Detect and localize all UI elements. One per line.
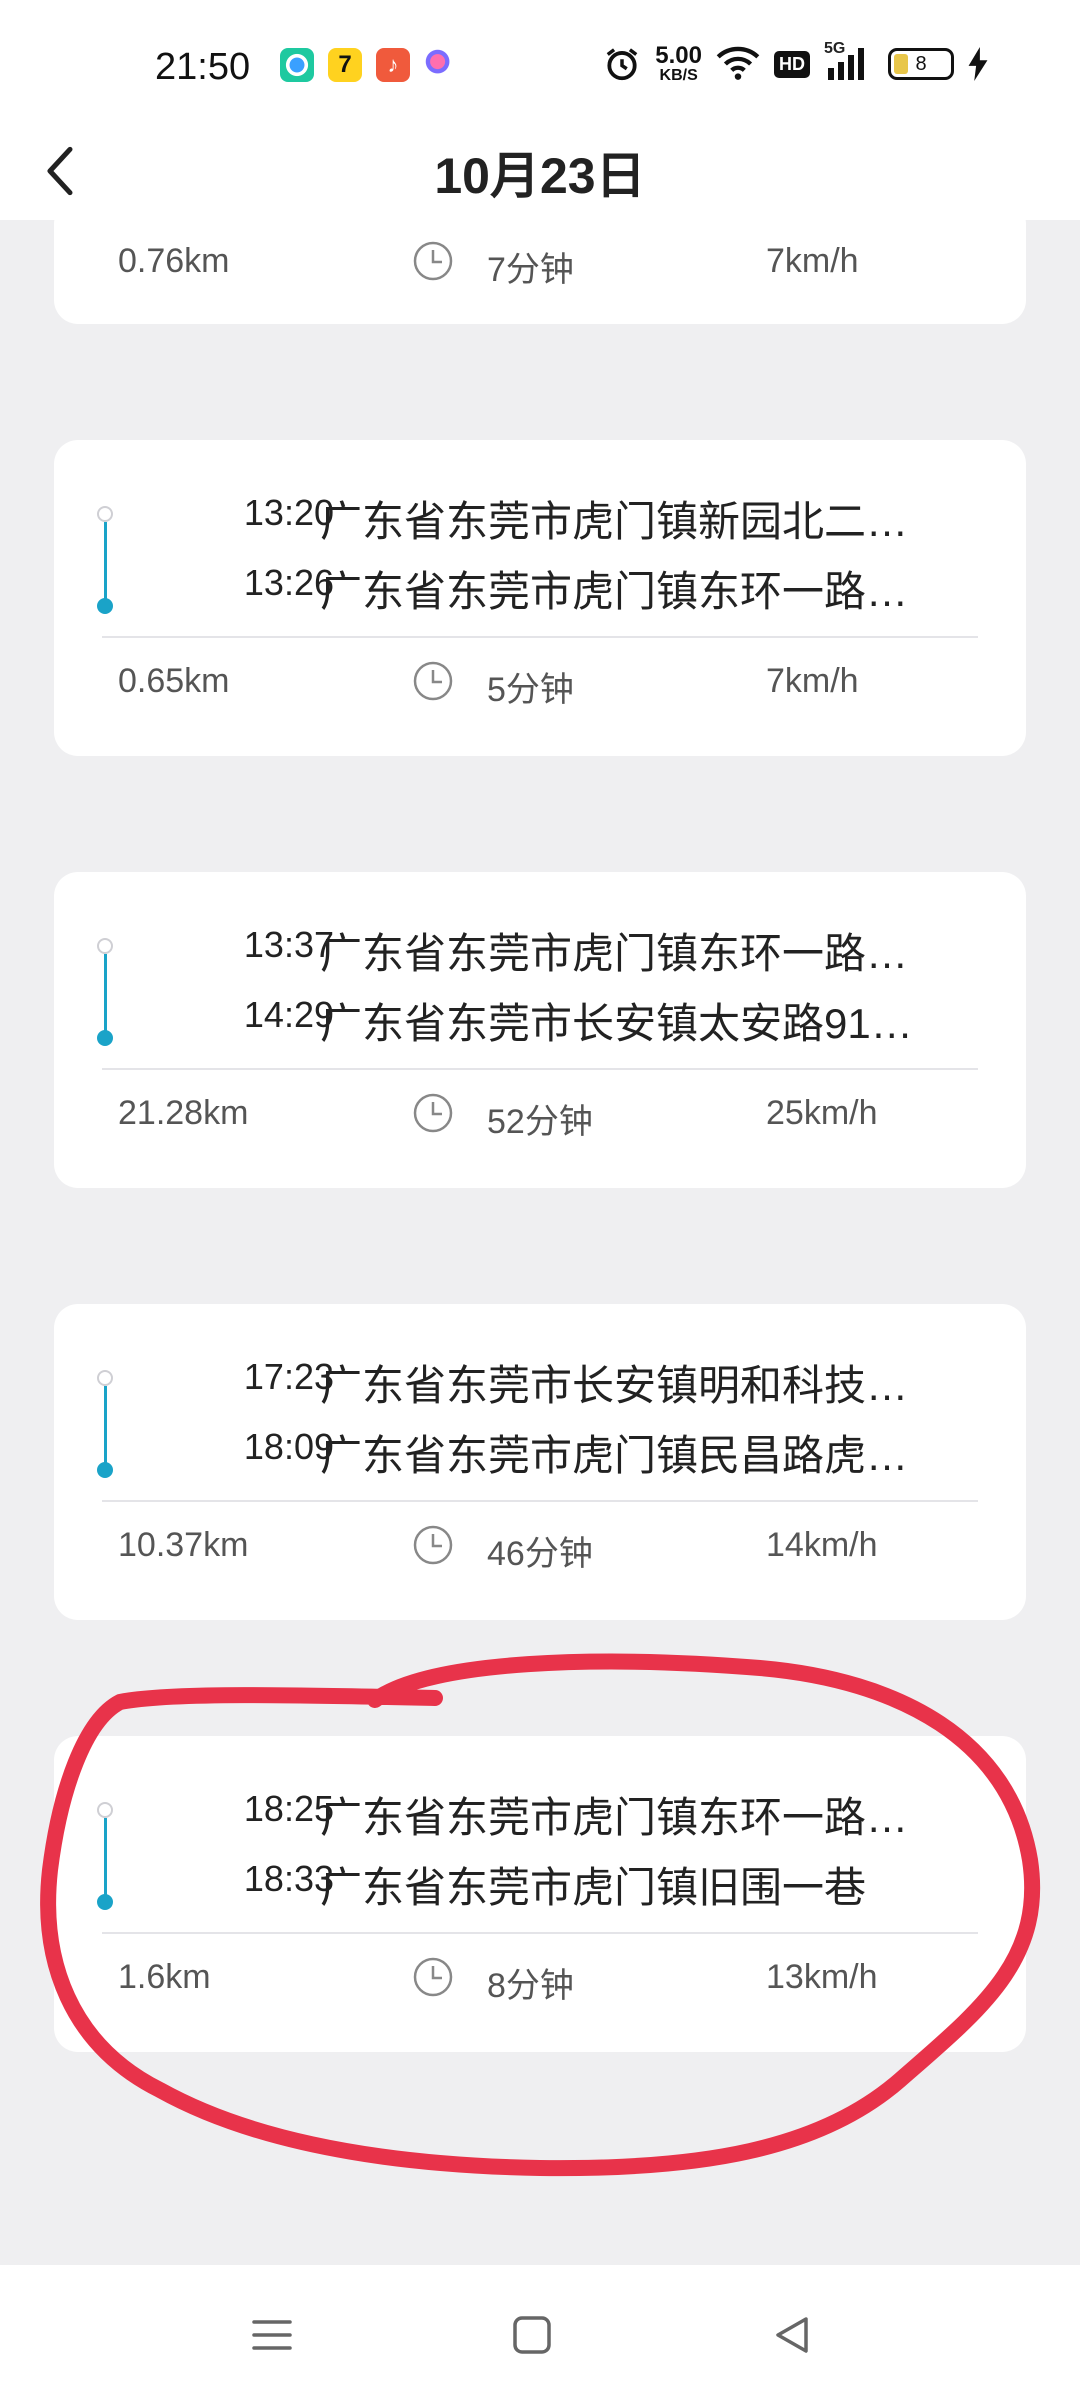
route-line <box>104 1386 107 1468</box>
trip-duration: 7分钟 <box>487 251 574 289</box>
trip-route: 13:37 广东省东莞市虎门镇东环一路… 14:29 广东省东莞市长安镇太安路9… <box>54 872 1026 1062</box>
system-navigation-bar <box>0 2265 1080 2400</box>
trip-start-address: 广东省东莞市虎门镇东环一路… <box>320 1794 909 1841</box>
trip-duration: 46分钟 <box>487 1535 593 1573</box>
trip-route: 18:25 广东省东莞市虎门镇东环一路… 18:33 广东省东莞市虎门镇旧围一巷 <box>54 1736 1026 1926</box>
status-bar: 21:50 7 ♪ 5.00 KB/S HD 5G 8 <box>0 0 1080 130</box>
cellular-signal-icon: 5G <box>824 40 874 82</box>
trip-card[interactable]: 13:37 广东省东莞市虎门镇东环一路… 14:29 广东省东莞市长安镇太安路9… <box>54 872 1026 1188</box>
trip-start-address: 广东省东莞市虎门镇东环一路… <box>320 930 909 977</box>
trip-start-time: 18:25 <box>243 1788 334 1829</box>
network-speed-value: 5.00 <box>655 42 702 69</box>
back-triangle-icon <box>776 2317 808 2353</box>
nav-home-button[interactable] <box>502 2305 562 2365</box>
trip-route: 17:23 广东省东莞市长安镇明和科技… 18:09 广东省东莞市虎门镇民昌路虎… <box>54 1304 1026 1494</box>
trip-end-address: 广东省东莞市虎门镇东环一路… <box>320 568 909 615</box>
card-divider <box>102 636 978 638</box>
trip-end-address: 广东省东莞市虎门镇民昌路虎… <box>320 1432 909 1479</box>
route-line <box>104 1818 107 1900</box>
page-title: 10月23日 <box>434 148 646 204</box>
trip-start-time: 13:37 <box>243 924 334 965</box>
trip-distance: 0.76km <box>118 242 230 280</box>
trip-duration: 52分钟 <box>487 1103 593 1141</box>
start-point-marker <box>97 506 113 522</box>
status-app-icons: 7 ♪ <box>280 48 458 82</box>
trip-distance: 0.65km <box>118 662 230 700</box>
charging-icon <box>968 47 988 81</box>
trip-card-highlighted[interactable]: 18:25 广东省东莞市虎门镇东环一路… 18:33 广东省东莞市虎门镇旧围一巷… <box>54 1736 1026 2052</box>
trip-duration: 8分钟 <box>487 1967 574 2005</box>
end-point-marker <box>97 1462 113 1478</box>
trip-speed: 7km/h <box>766 662 859 700</box>
trip-route: 13:20 广东省东莞市虎门镇新园北二… 13:26 广东省东莞市虎门镇东环一路… <box>54 440 1026 630</box>
network-speed: 5.00 KB/S <box>655 44 702 84</box>
clock-icon <box>413 241 453 281</box>
menu-icon <box>252 2320 292 2350</box>
trip-end-address: 广东省东莞市长安镇太安路91… <box>320 1000 913 1047</box>
trip-speed: 25km/h <box>766 1094 878 1132</box>
app-notification-icon <box>424 48 458 82</box>
nav-back-button[interactable] <box>762 2305 822 2365</box>
screen: 21:50 7 ♪ 5.00 KB/S HD 5G 8 10月23日 0.76k… <box>0 0 1080 2400</box>
trip-distance: 1.6km <box>118 1958 211 1996</box>
end-point-marker <box>97 1030 113 1046</box>
trip-end-address: 广东省东莞市虎门镇旧围一巷 <box>320 1864 867 1911</box>
trip-start-time: 17:23 <box>243 1356 334 1397</box>
trip-start-address: 广东省东莞市虎门镇新园北二… <box>320 498 909 545</box>
card-divider <box>102 1500 978 1502</box>
trip-card[interactable]: 17:23 广东省东莞市长安镇明和科技… 18:09 广东省东莞市虎门镇民昌路虎… <box>54 1304 1026 1620</box>
trip-distance: 10.37km <box>118 1526 249 1564</box>
route-line <box>104 522 107 604</box>
trip-speed: 13km/h <box>766 1958 878 1996</box>
trip-card[interactable]: 13:20 广东省东莞市虎门镇新园北二… 13:26 广东省东莞市虎门镇东环一路… <box>54 440 1026 756</box>
battery-indicator: 8 <box>888 48 954 80</box>
trip-end-time: 14:29 <box>243 994 334 1035</box>
trip-end-time: 13:26 <box>243 562 334 603</box>
trip-start-time: 13:20 <box>243 492 334 533</box>
wifi-icon <box>716 46 760 80</box>
home-square-icon <box>513 2316 551 2354</box>
clock-icon <box>413 1957 453 1997</box>
alarm-icon <box>606 48 638 81</box>
hd-badge: HD <box>774 50 810 78</box>
app-notification-icon <box>280 48 314 82</box>
music-app-icon: ♪ <box>376 48 410 82</box>
network-speed-unit: KB/S <box>659 67 698 84</box>
route-line <box>104 954 107 1036</box>
start-point-marker <box>97 1370 113 1386</box>
start-point-marker <box>97 1802 113 1818</box>
card-divider <box>102 1932 978 1934</box>
clock-icon <box>413 661 453 701</box>
trip-start-address: 广东省东莞市长安镇明和科技… <box>320 1362 909 1409</box>
card-divider <box>102 1068 978 1070</box>
clock-icon <box>413 1093 453 1133</box>
trip-end-time: 18:09 <box>243 1426 334 1467</box>
nav-menu-button[interactable] <box>242 2305 302 2365</box>
end-point-marker <box>97 598 113 614</box>
battery-level: 8 <box>915 52 927 75</box>
trip-duration: 5分钟 <box>487 671 574 709</box>
status-indicators: 5.00 KB/S HD 5G 8 <box>603 40 988 84</box>
trip-card-partial[interactable]: 0.76km 7分钟 7km/h <box>54 200 1026 324</box>
app-notification-icon: 7 <box>328 48 362 82</box>
clock-icon <box>413 1525 453 1565</box>
end-point-marker <box>97 1894 113 1910</box>
start-point-marker <box>97 938 113 954</box>
trip-distance: 21.28km <box>118 1094 249 1132</box>
trip-end-time: 18:33 <box>243 1858 334 1899</box>
trip-speed: 14km/h <box>766 1526 878 1564</box>
status-time: 21:50 <box>155 46 251 88</box>
trip-speed: 7km/h <box>766 242 859 280</box>
